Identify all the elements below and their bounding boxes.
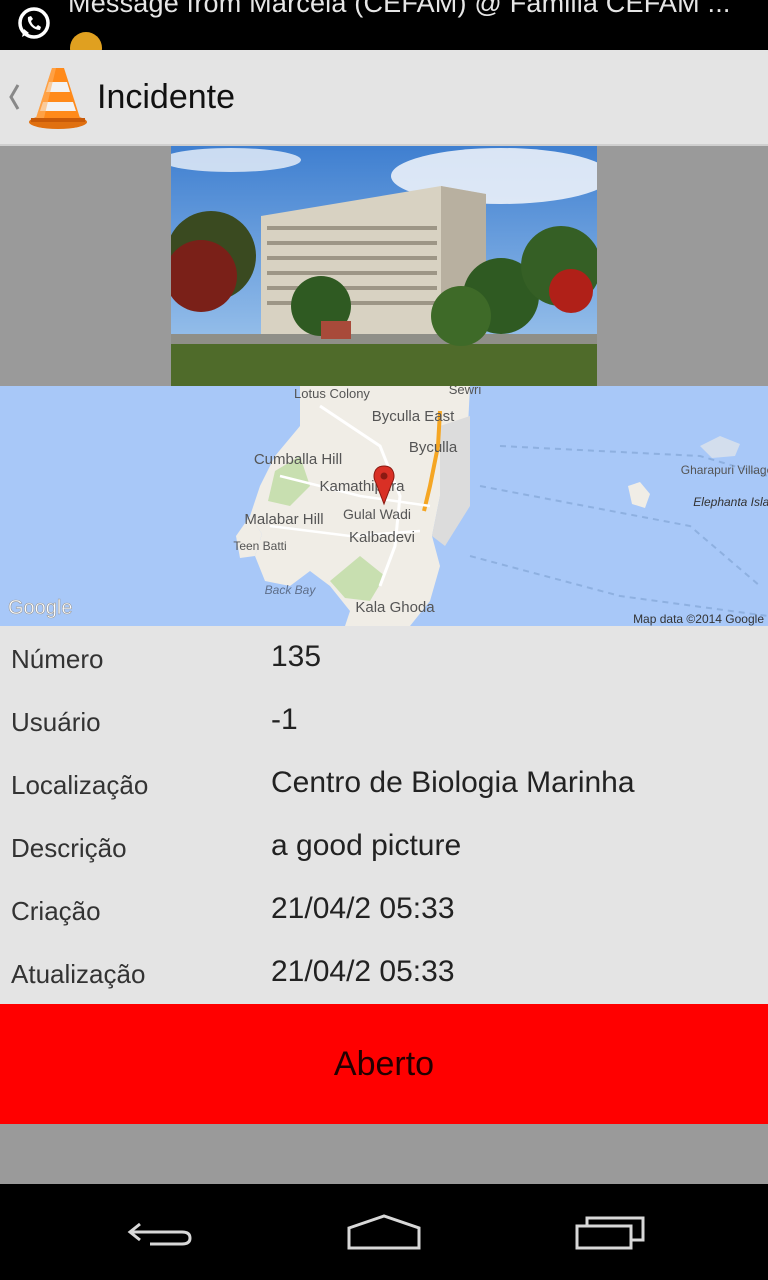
- map-label-gharapuri: Gharapuri Village: [681, 463, 768, 477]
- map-label-elephanta: Elephanta Island: [693, 495, 768, 509]
- detail-row-criacao: Criação 21/04/2 05:33: [0, 878, 768, 941]
- home-button[interactable]: [339, 1206, 429, 1258]
- map-label-byculla: Byculla: [409, 439, 458, 456]
- map-label-cumballa: Cumballa Hill: [254, 451, 342, 468]
- action-bar: Incidente: [0, 50, 768, 146]
- detail-row-usuario: Usuário -1: [0, 689, 768, 752]
- chevron-left-icon[interactable]: [7, 82, 21, 112]
- map-label-back-bay: Back Bay: [265, 583, 317, 597]
- incident-photo[interactable]: [171, 146, 597, 386]
- detail-row-atualizacao: Atualização 21/04/2 05:33: [0, 941, 768, 1004]
- location-map[interactable]: Lotus Colony Sewri Byculla East Byculla …: [0, 386, 768, 626]
- map-label-sewri: Sewri: [449, 386, 482, 397]
- empty-area: [0, 1124, 768, 1184]
- whatsapp-icon: [18, 7, 50, 39]
- detail-label: Atualização: [11, 959, 146, 989]
- detail-row-localizacao: Localização Centro de Biologia Marinha: [0, 752, 768, 815]
- status-label: Aberto: [333, 1044, 435, 1083]
- recents-icon: [575, 1216, 645, 1250]
- map-label-byculla-east: Byculla East: [372, 408, 455, 425]
- detail-row-descricao: Descrição a good picture: [0, 815, 768, 878]
- home-icon: [347, 1214, 421, 1250]
- map-label-kalbadevi: Kalbadevi: [349, 529, 415, 546]
- map-label-teen-batti: Teen Batti: [233, 539, 286, 553]
- back-icon: [127, 1222, 192, 1246]
- traffic-cone-icon[interactable]: [26, 64, 90, 130]
- detail-label: Criação: [11, 896, 101, 926]
- detail-row-numero: Número 135: [0, 626, 768, 689]
- detail-value: 135: [271, 640, 322, 673]
- emoji-icon: [70, 32, 102, 50]
- status-bar: Message from Marcela (CEFAM) @ Familia C…: [0, 0, 768, 50]
- status-button[interactable]: Aberto: [0, 1004, 768, 1124]
- incident-details: Número 135 Usuário -1 Localização Centro…: [0, 626, 768, 1004]
- detail-label: Número: [11, 644, 104, 674]
- detail-value: a good picture: [271, 829, 462, 862]
- incident-photo-area: [0, 146, 768, 386]
- google-logo: Google: [8, 597, 73, 619]
- page-title: Incidente: [97, 78, 235, 116]
- map-label-kala-ghoda: Kala Ghoda: [355, 599, 435, 616]
- system-nav-bar: [0, 1184, 768, 1280]
- map-attribution: Map data ©2014 Google: [633, 612, 764, 626]
- back-button[interactable]: [116, 1206, 206, 1258]
- map-label-gulal-wadi: Gulal Wadi: [343, 506, 411, 522]
- detail-label: Localização: [11, 770, 149, 800]
- detail-value: Centro de Biologia Marinha: [271, 766, 635, 799]
- detail-value: -1: [271, 703, 298, 736]
- map-canvas: Lotus Colony Sewri Byculla East Byculla …: [0, 386, 768, 626]
- detail-label: Usuário: [11, 707, 101, 737]
- map-label-malabar: Malabar Hill: [244, 511, 323, 528]
- detail-label: Descrição: [11, 833, 127, 863]
- detail-value: 21/04/2 05:33: [271, 955, 455, 988]
- recents-button[interactable]: [565, 1206, 655, 1258]
- map-label-lotus: Lotus Colony: [294, 386, 370, 401]
- detail-value: 21/04/2 05:33: [271, 892, 455, 925]
- notification-text: Message from Marcela (CEFAM) @ Familia C…: [68, 0, 731, 18]
